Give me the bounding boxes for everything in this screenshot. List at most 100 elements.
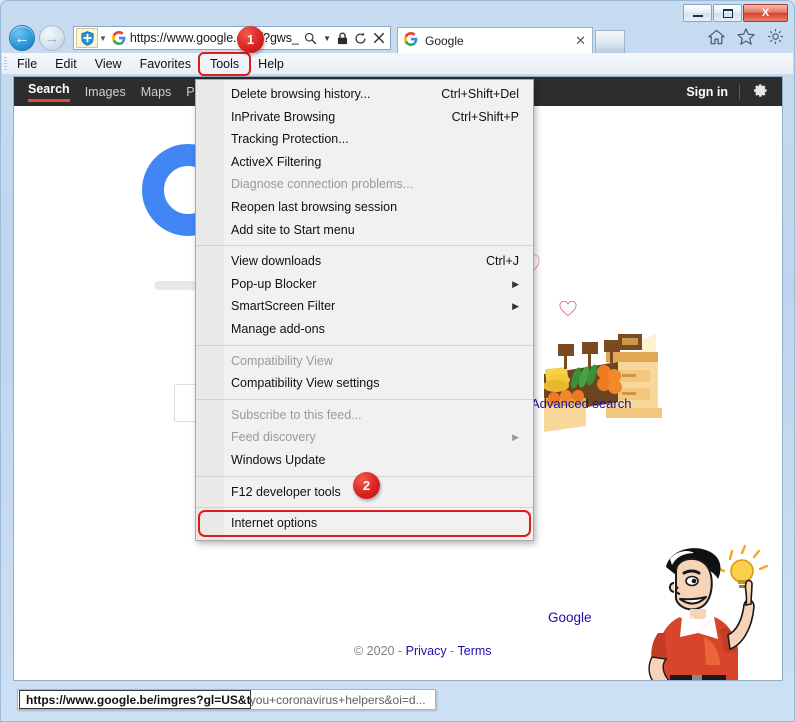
favorites-star-icon[interactable] [737,28,755,50]
search-magnifier-icon[interactable] [304,32,317,45]
tracking-protection-shield-icon[interactable] [76,28,98,48]
menu-item-label: ActiveX Filtering [231,154,322,169]
menu-item-manage-addons[interactable]: Manage add-ons [196,318,533,341]
menu-item-popup-blocker[interactable]: Pop-up Blocker ▶ [196,273,533,296]
menu-item-smartscreen-filter[interactable]: SmartScreen Filter ▶ [196,295,533,318]
heart-outline-icon [559,300,577,317]
menu-item-internet-options[interactable]: Internet options [198,510,531,537]
forward-arrow-icon: → [44,29,60,47]
menu-item-label: Delete browsing history... [231,87,371,101]
gbar-link-maps[interactable]: Maps [141,85,172,99]
menu-item-windows-update[interactable]: Windows Update [196,449,533,472]
menu-item-subscribe-to-this-feed: Subscribe to this feed... [196,404,533,427]
submenu-arrow-icon: ▶ [512,432,519,443]
close-icon: X [761,6,770,19]
minimize-button[interactable] [683,4,712,22]
menu-grip-handle[interactable] [4,57,7,71]
menubar-item-tools[interactable]: Tools [197,51,252,76]
status-bar: https://www.google.com/search?q=thank+yo… [13,687,783,713]
advanced-search-link[interactable]: Advanced search [531,396,631,411]
menu-item-add-site-to-start-menu[interactable]: Add site to Start menu [196,219,533,242]
home-icon[interactable] [708,29,725,50]
menu-item-label: F12 developer tools [231,484,341,499]
footer-separator: - [450,644,455,658]
page-footer: © 2020 - Privacy - Terms [354,644,492,658]
menubar-item-favorites[interactable]: Favorites [131,55,200,73]
menu-item-label: Windows Update [231,452,326,467]
menubar-item-help[interactable]: Help [249,55,293,73]
menu-item-activex-filtering[interactable]: ActiveX Filtering [196,151,533,174]
menu-item-label: Compatibility View settings [231,376,380,391]
menu-item-label: Tracking Protection... [231,132,349,147]
menubar-item-edit[interactable]: Edit [46,55,86,73]
google-g-favicon [404,32,418,49]
stop-x-icon[interactable] [373,32,385,44]
menu-item-label: Add site to Start menu [231,222,355,237]
browser-toolbar-icons [708,28,784,50]
shield-dropdown-icon[interactable]: ▼ [99,34,107,43]
menu-item-label: SmartScreen Filter [231,299,336,314]
menu-item-feed-discovery: Feed discovery ▶ [196,426,533,449]
forward-button[interactable]: → [39,25,65,51]
refresh-icon[interactable] [354,32,367,45]
menu-separator [196,245,533,247]
menubar-item-view[interactable]: View [86,55,131,73]
menu-item-label: View downloads [231,254,322,269]
footer-privacy-link[interactable]: Privacy [406,644,447,658]
menu-item-accelerator: Ctrl+J [486,254,519,269]
footer-terms-link[interactable]: Terms [458,644,492,658]
mascot-illustration [618,541,778,680]
menu-item-label: Compatibility View [231,353,333,368]
menu-item-view-downloads[interactable]: View downloads Ctrl+J [196,250,533,273]
sign-in-button[interactable]: Sign in [686,85,728,99]
maximize-button[interactable] [713,4,742,22]
new-tab-button[interactable] [595,30,625,53]
menu-item-label: Internet options [231,516,318,531]
browser-window: X ← → ▼ https://www.google.com/?gws_ ▼ G… [0,0,795,722]
google-link[interactable]: Google [548,610,592,625]
menu-item-label: Feed discovery [231,430,316,445]
menu-item-label: Diagnose connection problems... [231,177,414,192]
menu-item-delete-browsing-history[interactable]: Delete browsing history... Ctrl+Shift+De… [196,83,533,106]
menu-bar: File Edit View Favorites Tools Help [2,51,793,76]
step-badge-2: 2 [353,472,380,499]
gbar-link-images[interactable]: Images [85,85,126,99]
menubar-item-file[interactable]: File [8,55,46,73]
tab-strip: Google ✕ [397,23,625,53]
close-button[interactable]: X [743,4,788,22]
minimize-icon [692,15,703,17]
menu-item-label: InPrivate Browsing [231,109,336,124]
menu-separator [196,344,533,346]
address-bar[interactable]: ▼ https://www.google.com/?gws_ ▼ [73,26,391,50]
menu-item-label: Pop-up Blocker [231,276,317,291]
chevron-down-icon[interactable]: ▼ [323,34,331,43]
url-text[interactable]: https://www.google.com/?gws_ [130,31,301,45]
menu-separator [196,507,533,509]
tab-close-icon[interactable]: ✕ [575,33,586,49]
menu-item-accelerator: Ctrl+Shift+P [451,109,519,124]
step-badge-1: 1 [237,26,264,53]
padlock-icon[interactable] [337,32,348,45]
footer-copyright: © 2020 [354,644,395,658]
menu-item-compatibility-view-settings[interactable]: Compatibility View settings [196,372,533,395]
google-settings-gear-icon[interactable] [751,82,768,102]
settings-gear-icon[interactable] [767,28,784,50]
menu-item-inprivate-browsing[interactable]: InPrivate Browsing Ctrl+Shift+P [196,106,533,129]
tab-google[interactable]: Google ✕ [397,27,593,53]
menu-item-compatibility-view: Compatibility View [196,350,533,373]
gbar-link-search[interactable]: Search [28,82,70,102]
window-controls: X [683,4,788,22]
submenu-arrow-icon: ▶ [512,278,519,289]
google-g-favicon [111,31,126,45]
gbar-right-group: Sign in [686,82,768,102]
menu-item-diagnose-connection-problems: Diagnose connection problems... [196,173,533,196]
menu-item-label: Reopen last browsing session [231,199,398,214]
maximize-icon [722,8,733,18]
submenu-arrow-icon: ▶ [512,301,519,312]
back-button[interactable]: ← [9,25,35,51]
menu-item-reopen-last-browsing-session[interactable]: Reopen last browsing session [196,196,533,219]
footer-separator: - [397,644,403,658]
title-bar: X [1,1,794,23]
gbar-divider [739,83,740,100]
menu-item-tracking-protection[interactable]: Tracking Protection... [196,128,533,151]
